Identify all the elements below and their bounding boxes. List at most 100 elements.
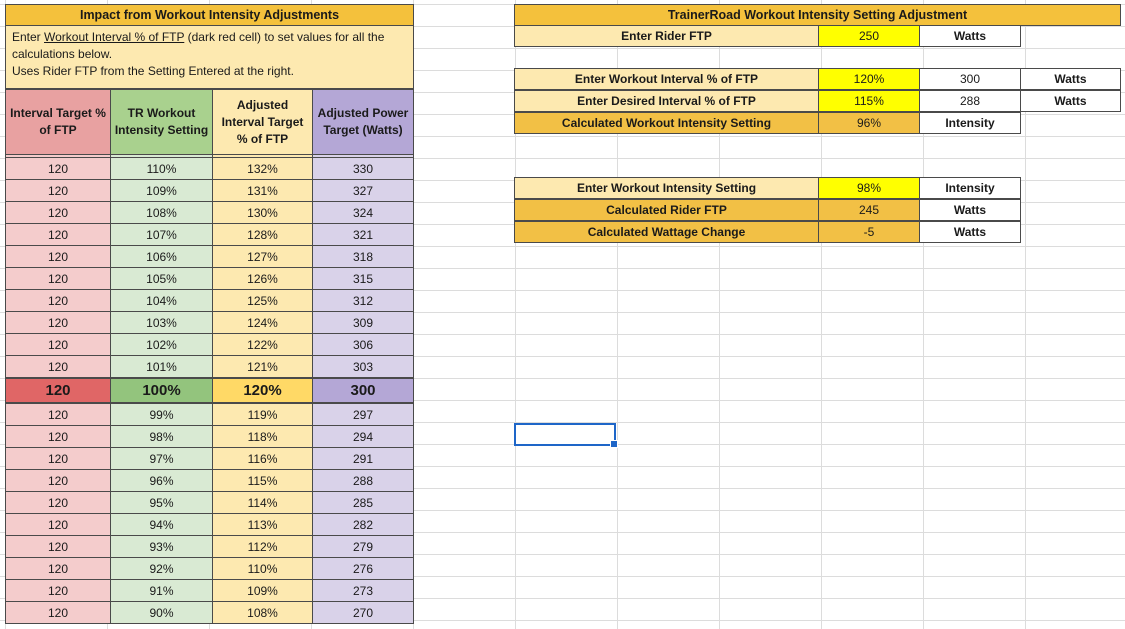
enter-setting-input[interactable]: 98% — [818, 177, 920, 199]
table-cell[interactable]: 124% — [212, 311, 313, 334]
table-cell[interactable]: 120 — [5, 491, 111, 514]
table-cell[interactable]: 291 — [312, 447, 414, 470]
table-cell[interactable]: 130% — [212, 201, 313, 224]
table-cell[interactable]: 90% — [110, 601, 213, 624]
table-cell[interactable]: 303 — [312, 355, 414, 378]
table-cell[interactable]: 120 — [5, 245, 111, 268]
col-header-adjusted-power[interactable]: Adjusted Power Target (Watts) — [312, 89, 414, 155]
table-cell[interactable]: 297 — [312, 403, 414, 426]
table-cell[interactable]: 120 — [5, 289, 111, 312]
table-cell[interactable]: 92% — [110, 557, 213, 580]
table-cell[interactable]: 94% — [110, 513, 213, 536]
calc-setting-value[interactable]: 96% — [818, 112, 920, 134]
instructions-cell[interactable]: Enter Workout Interval % of FTP (dark re… — [5, 25, 414, 89]
table-cell[interactable]: 114% — [212, 491, 313, 514]
table-cell[interactable]: 120 — [5, 223, 111, 246]
table-cell[interactable]: 120% — [212, 377, 313, 404]
table-cell[interactable]: 120 — [5, 157, 111, 180]
table-cell[interactable]: 108% — [212, 601, 313, 624]
table-cell[interactable]: 109% — [110, 179, 213, 202]
table-cell[interactable]: 288 — [312, 469, 414, 492]
table-cell[interactable]: 120 — [5, 311, 111, 334]
table-cell[interactable]: 104% — [110, 289, 213, 312]
table-cell[interactable]: 119% — [212, 403, 313, 426]
table-cell[interactable]: 120 — [5, 425, 111, 448]
table-cell[interactable]: 110% — [212, 557, 313, 580]
table-cell[interactable]: 276 — [312, 557, 414, 580]
col-header-adjusted-target[interactable]: Adjusted Interval Target % of FTP — [212, 89, 313, 155]
calc-setting-label[interactable]: Calculated Workout Intensity Setting — [514, 112, 819, 134]
table-cell[interactable]: 118% — [212, 425, 313, 448]
table-cell[interactable]: 120 — [5, 469, 111, 492]
table-cell[interactable]: 120 — [5, 579, 111, 602]
table-cell[interactable]: 120 — [5, 513, 111, 536]
table-cell[interactable]: 103% — [110, 311, 213, 334]
table-cell[interactable]: 324 — [312, 201, 414, 224]
table-cell[interactable]: 273 — [312, 579, 414, 602]
table-cell[interactable]: 115% — [212, 469, 313, 492]
table-cell[interactable]: 294 — [312, 425, 414, 448]
table-cell[interactable]: 132% — [212, 157, 313, 180]
table-cell[interactable]: 285 — [312, 491, 414, 514]
selected-cell[interactable] — [514, 423, 618, 448]
table-cell[interactable]: 306 — [312, 333, 414, 356]
table-cell[interactable]: 330 — [312, 157, 414, 180]
table-cell[interactable]: 312 — [312, 289, 414, 312]
table-cell[interactable]: 95% — [110, 491, 213, 514]
table-cell[interactable]: 113% — [212, 513, 313, 536]
rider-ftp-label[interactable]: Enter Rider FTP — [514, 25, 819, 47]
left-table-title[interactable]: Impact from Workout Intensity Adjustment… — [5, 4, 414, 26]
table-cell[interactable]: 116% — [212, 447, 313, 470]
calc-ftp-value[interactable]: 245 — [818, 199, 920, 221]
table-cell[interactable]: 321 — [312, 223, 414, 246]
table-cell[interactable]: 120 — [5, 267, 111, 290]
table-cell[interactable]: 270 — [312, 601, 414, 624]
table-cell[interactable]: 100% — [110, 377, 213, 404]
calc-ftp-label[interactable]: Calculated Rider FTP — [514, 199, 819, 221]
table-cell[interactable]: 101% — [110, 355, 213, 378]
col-header-tr-setting[interactable]: TR Workout Intensity Setting — [110, 89, 213, 155]
calc-change-label[interactable]: Calculated Wattage Change — [514, 221, 819, 243]
table-cell[interactable]: 106% — [110, 245, 213, 268]
table-cell[interactable]: 120 — [5, 333, 111, 356]
table-cell[interactable]: 300 — [312, 377, 414, 404]
table-cell[interactable]: 105% — [110, 267, 213, 290]
table-cell[interactable]: 121% — [212, 355, 313, 378]
desired-unit[interactable]: Watts — [1020, 90, 1121, 112]
rider-ftp-input[interactable]: 250 — [818, 25, 920, 47]
desired-label[interactable]: Enter Desired Interval % of FTP — [514, 90, 819, 112]
table-cell[interactable]: 125% — [212, 289, 313, 312]
table-cell[interactable]: 99% — [110, 403, 213, 426]
table-cell[interactable]: 122% — [212, 333, 313, 356]
table-cell[interactable]: 120 — [5, 179, 111, 202]
table-cell[interactable]: 120 — [5, 201, 111, 224]
desired-watts[interactable]: 288 — [919, 90, 1021, 112]
calc-ftp-unit[interactable]: Watts — [919, 199, 1021, 221]
table-cell[interactable]: 107% — [110, 223, 213, 246]
table-cell[interactable]: 102% — [110, 333, 213, 356]
right-panel-title[interactable]: TrainerRoad Workout Intensity Setting Ad… — [514, 4, 1121, 26]
fill-handle[interactable] — [610, 440, 618, 448]
table-cell[interactable]: 120 — [5, 355, 111, 378]
table-cell[interactable]: 120 — [5, 535, 111, 558]
table-cell[interactable]: 279 — [312, 535, 414, 558]
table-cell[interactable]: 97% — [110, 447, 213, 470]
calc-change-unit[interactable]: Watts — [919, 221, 1021, 243]
table-cell[interactable]: 108% — [110, 201, 213, 224]
table-cell[interactable]: 309 — [312, 311, 414, 334]
table-cell[interactable]: 120 — [5, 403, 111, 426]
table-cell[interactable]: 282 — [312, 513, 414, 536]
interval-watts[interactable]: 300 — [919, 68, 1021, 90]
table-cell[interactable]: 110% — [110, 157, 213, 180]
interval-input[interactable]: 120% — [818, 68, 920, 90]
table-cell[interactable]: 120 — [5, 447, 111, 470]
interval-unit[interactable]: Watts — [1020, 68, 1121, 90]
table-cell[interactable]: 131% — [212, 179, 313, 202]
table-cell[interactable]: 93% — [110, 535, 213, 558]
table-cell[interactable]: 126% — [212, 267, 313, 290]
col-header-interval-target[interactable]: Interval Target % of FTP — [5, 89, 111, 155]
table-cell[interactable]: 96% — [110, 469, 213, 492]
table-cell[interactable]: 109% — [212, 579, 313, 602]
desired-input[interactable]: 115% — [818, 90, 920, 112]
table-cell[interactable]: 128% — [212, 223, 313, 246]
